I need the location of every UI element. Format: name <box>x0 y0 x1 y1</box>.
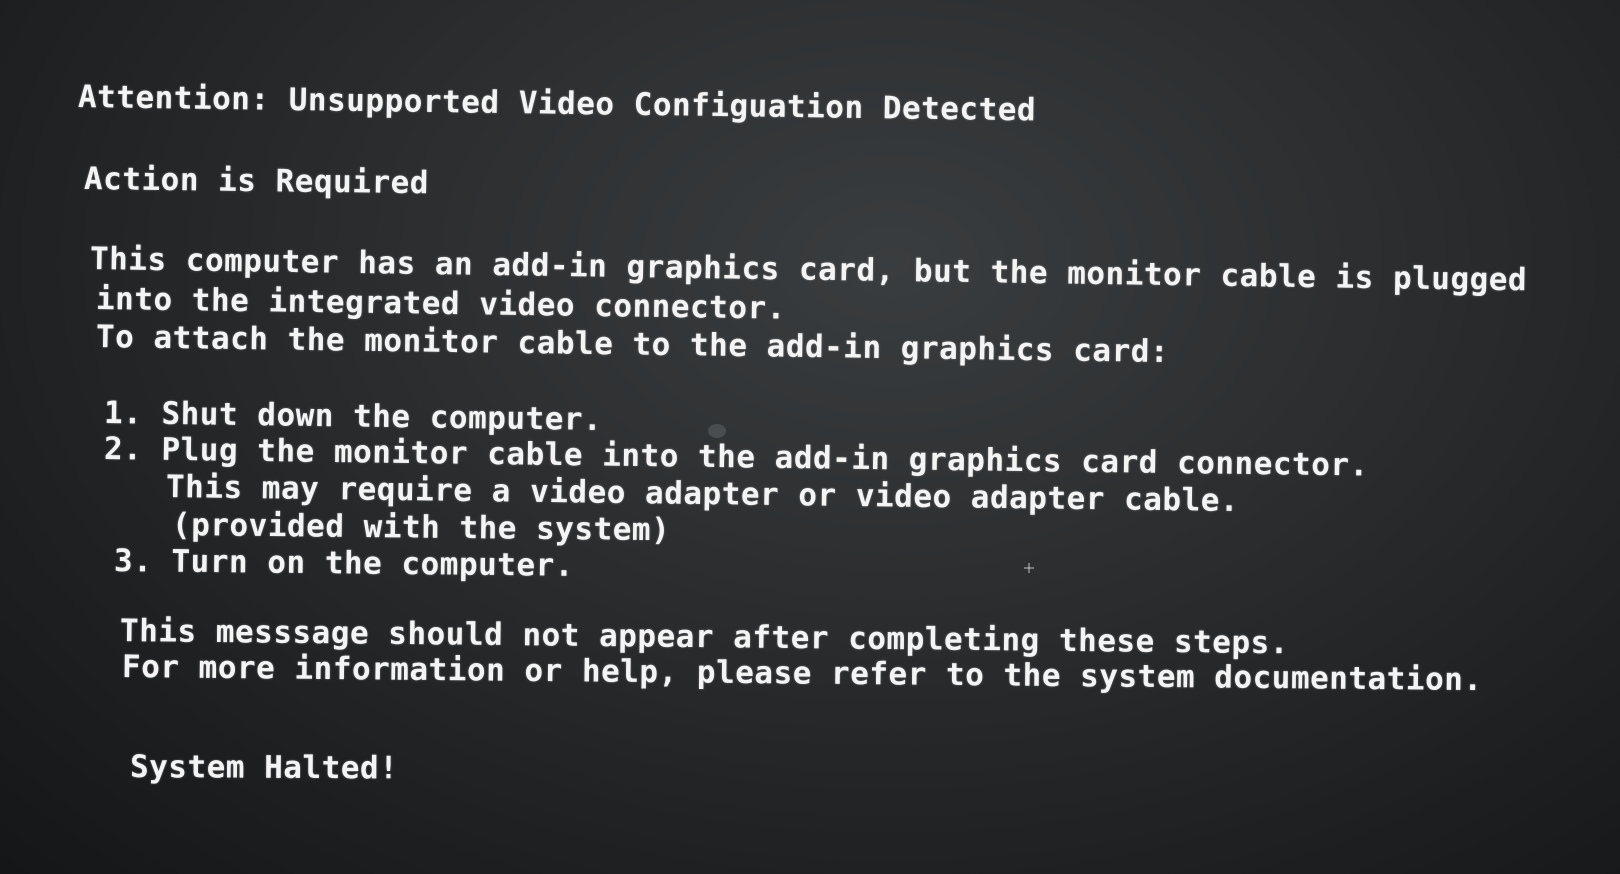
step-1: 1. Shut down the computer. <box>103 395 603 438</box>
mouse-cursor-icon <box>1024 563 1034 573</box>
alert-subtitle: Action is Required <box>83 161 430 202</box>
bios-screen: Attention: Unsupported Video Configuatio… <box>0 0 1620 874</box>
alert-title: Attention: Unsupported Video Configuatio… <box>77 79 1037 129</box>
step-3: 3. Turn on the computer. <box>113 543 575 584</box>
description-line-2: into the integrated video connector. <box>95 281 787 327</box>
system-halted-status: System Halted! <box>129 749 399 787</box>
step-2-note-continued: (provided with the system) <box>171 507 671 549</box>
description-line-3: To attach the monitor cable to the add-i… <box>95 319 1170 370</box>
screen-glare <box>708 424 726 438</box>
